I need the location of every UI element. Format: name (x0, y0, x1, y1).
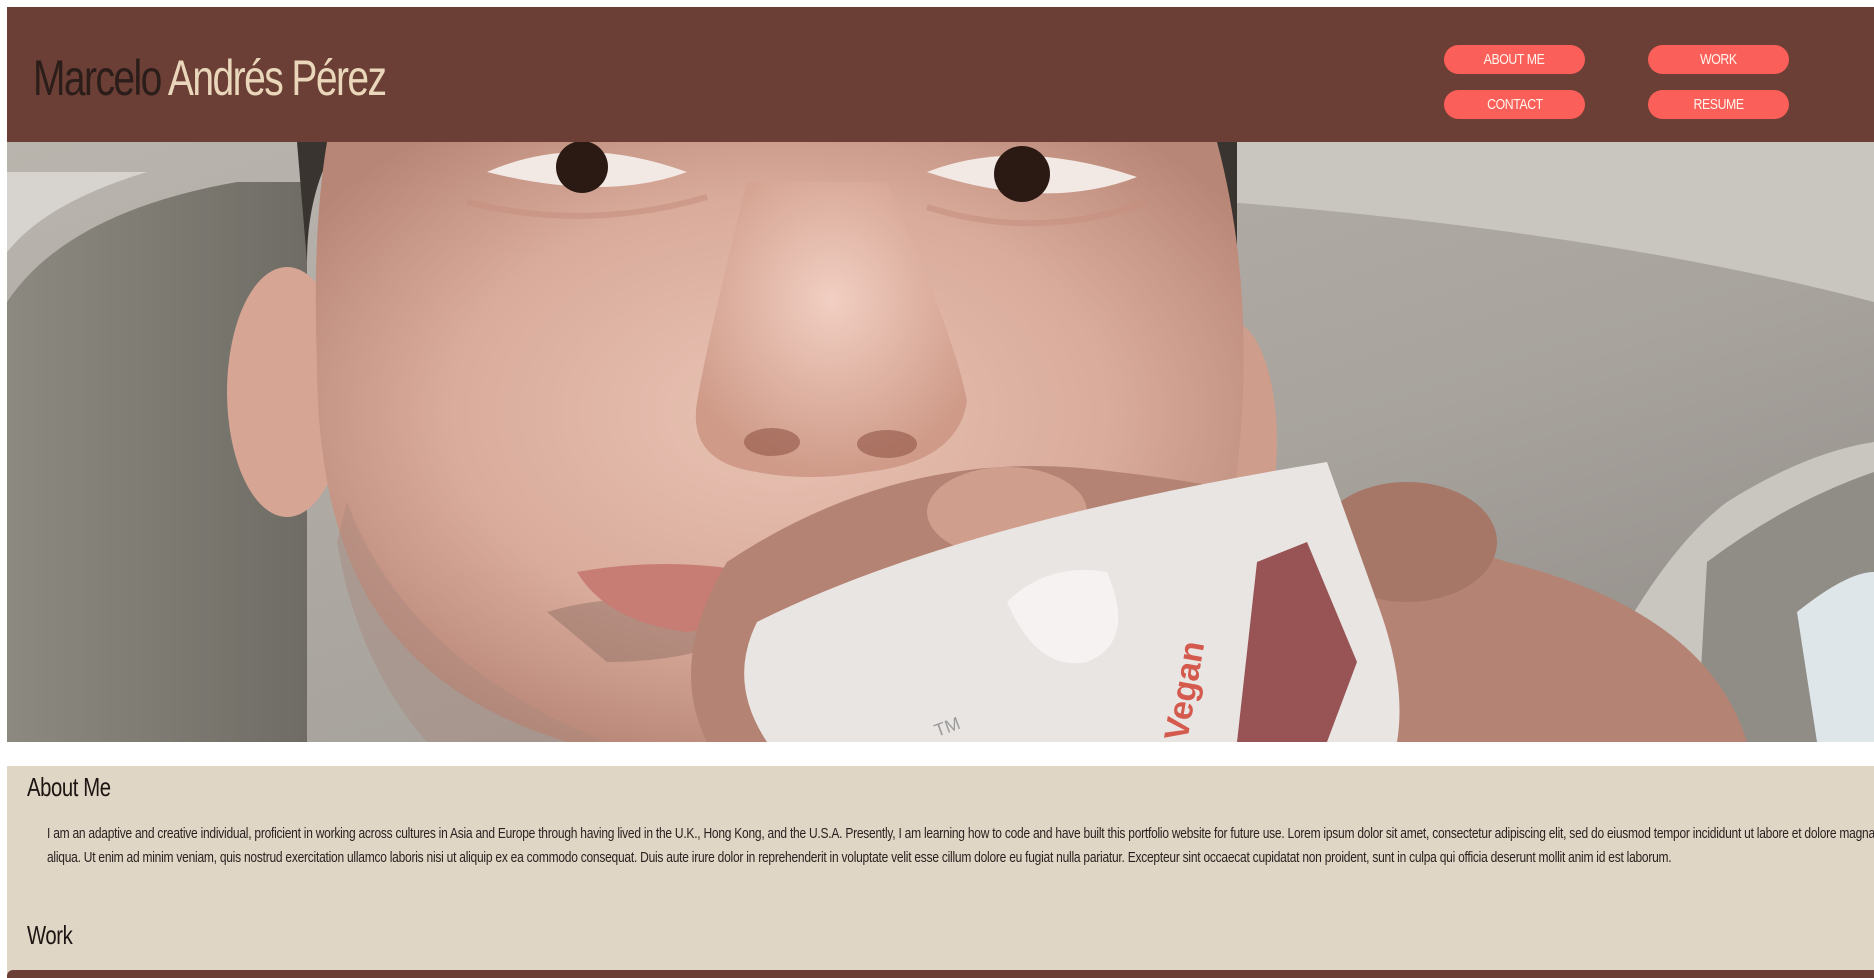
work-section-bar (7, 970, 1874, 978)
hero-portrait-illustration: Vegan TM (7, 142, 1874, 742)
site-header: Marcelo Andrés Pérez ABOUT ME WORK CONTA… (7, 7, 1874, 142)
nav-contact-label: CONTACT (1486, 96, 1543, 113)
about-text: I am an adaptive and creative individual… (47, 825, 1874, 866)
about-heading: About Me (27, 772, 111, 802)
content-area: About Me I am an adaptive and creative i… (7, 766, 1874, 978)
hero-image: Vegan TM (7, 142, 1874, 742)
section-gap (0, 742, 1874, 766)
title-first-name: Marcelo (33, 50, 162, 106)
nav-work-button[interactable]: WORK (1648, 45, 1789, 74)
hero-eye-left (556, 142, 608, 193)
page: Marcelo Andrés Pérez ABOUT ME WORK CONTA… (0, 0, 1874, 978)
main-nav: ABOUT ME WORK CONTACT RESUME (1444, 37, 1798, 121)
nav-resume-label: RESUME (1693, 96, 1744, 113)
nav-contact-button[interactable]: CONTACT (1444, 90, 1585, 119)
nav-about-label: ABOUT ME (1484, 51, 1545, 68)
nav-about-button[interactable]: ABOUT ME (1444, 45, 1585, 74)
work-heading: Work (27, 920, 73, 950)
nav-resume-button[interactable]: RESUME (1648, 90, 1789, 119)
site-title: Marcelo Andrés Pérez (33, 49, 387, 107)
hero-eye-right (994, 146, 1050, 202)
title-last-name: Andrés Pérez (167, 50, 387, 106)
hero-nostril-left (744, 428, 800, 456)
hero-nostril-right (857, 430, 917, 458)
nav-work-label: WORK (1700, 51, 1737, 68)
